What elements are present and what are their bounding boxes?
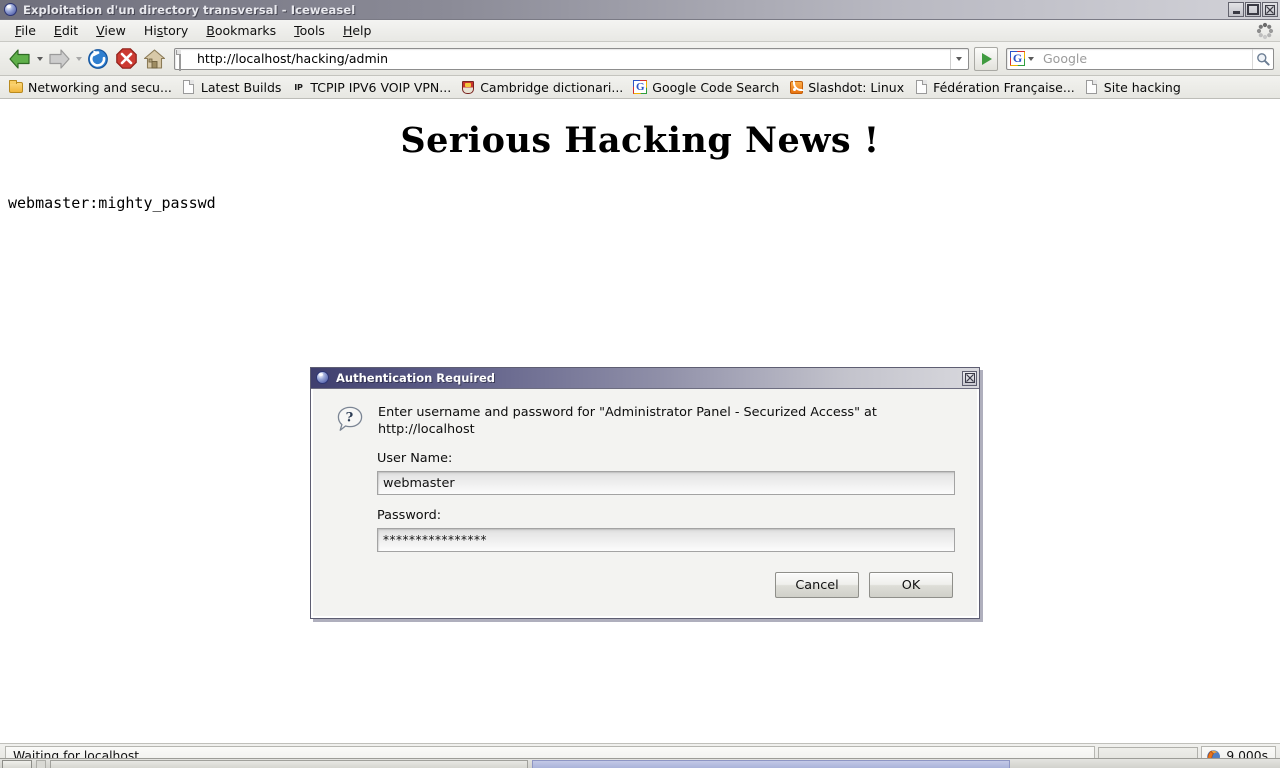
stop-icon bbox=[115, 48, 137, 69]
dialog-prompt-text: Enter username and password for "Adminis… bbox=[378, 405, 877, 437]
bookmark-label: Cambridge dictionari... bbox=[480, 79, 624, 95]
crest-icon bbox=[460, 80, 476, 95]
close-icon bbox=[1265, 4, 1275, 15]
home-icon bbox=[143, 48, 165, 69]
browser-window: Exploitation d'un directory transversal … bbox=[0, 0, 1280, 768]
window-title: Exploitation d'un directory transversal … bbox=[23, 2, 356, 17]
page-credentials-text: webmaster:mighty_passwd bbox=[8, 194, 216, 212]
ip-icon: IP bbox=[294, 82, 303, 92]
password-value: **************** bbox=[383, 533, 487, 547]
menu-help[interactable]: Help bbox=[334, 21, 381, 40]
username-input[interactable]: webmaster bbox=[377, 471, 955, 495]
dialog-titlebar: Authentication Required bbox=[311, 368, 979, 389]
back-arrow-icon bbox=[9, 48, 30, 69]
taskbar-task-item-active[interactable] bbox=[532, 760, 1010, 768]
page-icon bbox=[181, 80, 197, 95]
globe-icon bbox=[316, 371, 330, 385]
window-titlebar: Exploitation d'un directory transversal … bbox=[0, 0, 1280, 20]
password-input[interactable]: **************** bbox=[377, 528, 955, 552]
back-dropdown[interactable] bbox=[34, 45, 45, 73]
menu-bookmarks[interactable]: Bookmarks bbox=[197, 21, 285, 40]
minimize-button[interactable] bbox=[1228, 2, 1244, 17]
dialog-body: ? Enter username and password for "Admin… bbox=[311, 389, 979, 618]
taskbar-start-button[interactable] bbox=[2, 760, 32, 768]
bookmark-tcpip[interactable]: IP TCPIP IPV6 VOIP VPN... bbox=[287, 79, 457, 96]
menu-file[interactable]: FFileile bbox=[6, 21, 45, 40]
google-icon: G bbox=[1010, 51, 1025, 66]
username-value: webmaster bbox=[383, 475, 455, 491]
home-button[interactable] bbox=[140, 45, 168, 73]
navigation-toolbar: http://localhost/hacking/admin G Google bbox=[0, 42, 1280, 76]
username-label: User Name: bbox=[377, 451, 453, 466]
page-icon bbox=[1084, 80, 1100, 95]
ok-button[interactable]: OK bbox=[869, 572, 953, 598]
bookmark-label: TCPIP IPV6 VOIP VPN... bbox=[310, 79, 452, 95]
magnifier-icon bbox=[1256, 52, 1270, 66]
page-favicon-icon bbox=[179, 50, 192, 71]
search-input[interactable]: Google bbox=[1043, 51, 1252, 66]
bookmark-label: Site hacking bbox=[1103, 79, 1181, 95]
desktop-taskbar bbox=[0, 758, 1280, 768]
menu-edit[interactable]: Edit bbox=[45, 21, 87, 40]
page-title: Serious Hacking News ! bbox=[400, 120, 880, 161]
search-bar[interactable]: G Google bbox=[1006, 47, 1274, 70]
globe-icon bbox=[4, 2, 18, 17]
question-icon: ? bbox=[336, 405, 364, 433]
close-icon bbox=[964, 373, 975, 383]
address-bar-dropdown[interactable] bbox=[950, 48, 966, 69]
go-button[interactable] bbox=[974, 46, 998, 71]
bookmark-label: Slashdot: Linux bbox=[808, 79, 905, 95]
bookmark-label: Latest Builds bbox=[200, 79, 282, 95]
stop-button[interactable] bbox=[112, 45, 140, 73]
bookmark-federation[interactable]: Fédération Française... bbox=[910, 79, 1081, 96]
menu-bar: FFileile Edit View History Bookmarks Too… bbox=[0, 20, 1280, 42]
bookmark-google-code-search[interactable]: G Google Code Search bbox=[629, 79, 785, 96]
bookmark-label: Fédération Française... bbox=[933, 79, 1075, 95]
page-icon bbox=[913, 80, 929, 95]
menu-history[interactable]: History bbox=[135, 21, 197, 40]
forward-button[interactable] bbox=[45, 45, 73, 73]
bookmarks-toolbar: Networking and secu... Latest Builds IP … bbox=[0, 76, 1280, 99]
folder-icon bbox=[8, 79, 24, 95]
menu-tools[interactable]: Tools bbox=[285, 21, 334, 40]
go-arrow-icon bbox=[982, 52, 992, 65]
bookmark-label: Networking and secu... bbox=[28, 79, 172, 95]
rss-icon bbox=[788, 79, 804, 95]
bookmark-label: Google Code Search bbox=[652, 79, 780, 95]
authentication-dialog: Authentication Required ? Enter username… bbox=[310, 367, 980, 619]
page-content: Serious Hacking News ! webmaster:mighty_… bbox=[0, 99, 1280, 743]
bookmark-slashdot[interactable]: Slashdot: Linux bbox=[785, 79, 910, 96]
back-button[interactable] bbox=[6, 45, 34, 73]
dialog-close-button[interactable] bbox=[962, 370, 977, 386]
menu-view[interactable]: View bbox=[87, 21, 135, 40]
address-bar-value: http://localhost/hacking/admin bbox=[197, 51, 389, 66]
taskbar-quicklaunch[interactable] bbox=[36, 760, 46, 768]
taskbar-task-item[interactable] bbox=[50, 760, 528, 768]
throbber-icon bbox=[1256, 22, 1274, 40]
bookmark-cambridge[interactable]: Cambridge dictionari... bbox=[457, 79, 629, 96]
reload-icon bbox=[88, 48, 108, 69]
cancel-button[interactable]: Cancel bbox=[775, 572, 859, 598]
close-window-button[interactable] bbox=[1262, 2, 1278, 17]
dialog-prompt-row: ? Enter username and password for "Admin… bbox=[329, 403, 961, 438]
address-bar[interactable]: http://localhost/hacking/admin bbox=[174, 47, 969, 71]
search-submit-button[interactable] bbox=[1252, 48, 1272, 69]
search-engine-dropdown[interactable] bbox=[1025, 49, 1037, 69]
maximize-button[interactable] bbox=[1245, 2, 1261, 17]
reload-button[interactable] bbox=[84, 45, 112, 73]
bookmark-latest-builds[interactable]: Latest Builds bbox=[178, 79, 288, 96]
dialog-title: Authentication Required bbox=[336, 371, 496, 385]
svg-text:?: ? bbox=[346, 411, 354, 426]
forward-arrow-icon bbox=[49, 48, 70, 69]
dialog-button-row: Cancel OK bbox=[329, 572, 953, 598]
window-controls bbox=[1228, 2, 1278, 17]
password-label: Password: bbox=[377, 508, 442, 523]
bookmark-site-hacking[interactable]: Site hacking bbox=[1081, 79, 1187, 96]
forward-dropdown[interactable] bbox=[73, 45, 84, 73]
google-icon: G bbox=[632, 80, 648, 95]
bookmark-networking[interactable]: Networking and secu... bbox=[5, 79, 178, 96]
